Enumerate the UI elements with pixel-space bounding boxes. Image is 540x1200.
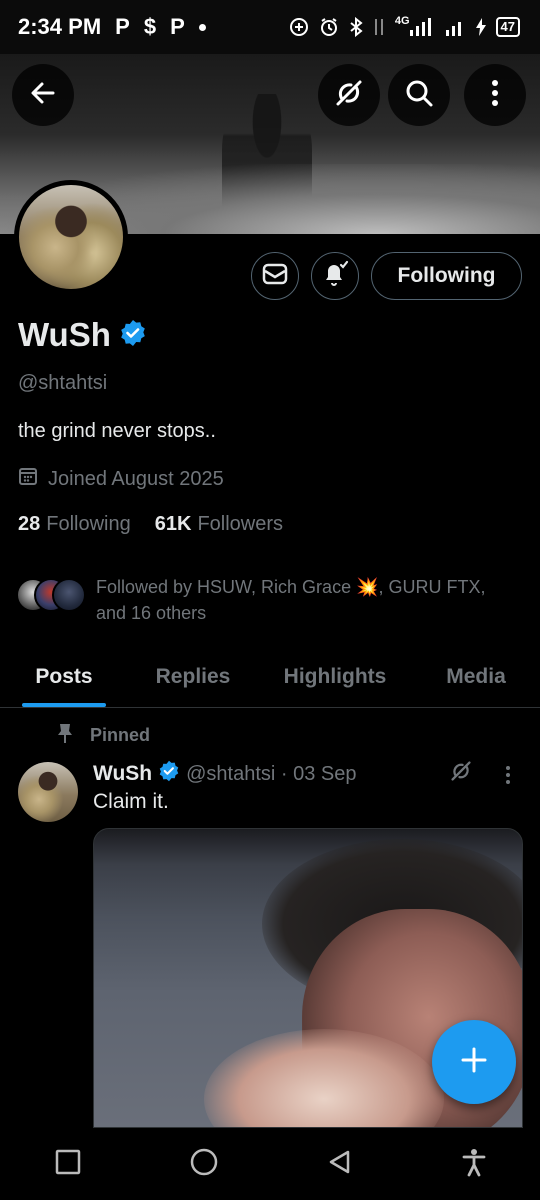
followed-by-text: Followed by HSUW, Rich Grace 💥, GURU FTX… [96,577,486,623]
post-grok-button[interactable] [448,758,474,789]
profile-bio: the grind never stops.. [18,420,216,442]
battery-level: 47 [495,17,520,37]
pinned-label: Pinned [90,725,151,745]
system-back-button[interactable] [326,1148,354,1181]
search-icon [403,77,435,114]
app-notification-p2-icon: P [170,14,185,39]
signal-icon: 4G [394,15,436,36]
followed-by-row[interactable]: Followed by HSUW, Rich Grace 💥, GURU FTX… [16,574,516,626]
post-more-button[interactable] [504,764,512,791]
back-arrow-icon [28,78,58,113]
alarm-icon [319,17,339,37]
data-saver-icon [289,17,309,37]
tab-replies[interactable]: Replies [128,646,258,707]
recents-button[interactable] [54,1148,82,1181]
plus-icon [459,1045,489,1080]
profile-avatar[interactable] [14,180,128,294]
envelope-icon [262,263,288,290]
tab-label: Media [446,664,506,688]
profile-tabs: Posts Replies Highlights Media [0,646,540,708]
tab-posts[interactable]: Posts [0,646,128,707]
follow-stats: 28 Following 61K Followers [18,513,283,536]
home-button[interactable] [189,1147,219,1182]
profile-handle: @shtahtsi [18,372,108,394]
accessibility-button[interactable] [461,1147,487,1182]
following-count: 28 [18,513,41,535]
compose-post-button[interactable] [432,1020,516,1104]
profile-name-row: WuSh [18,316,147,354]
calendar-icon [18,466,38,492]
grok-icon [448,761,474,788]
joined-date-row: Joined August 2025 [18,466,224,492]
tab-highlights[interactable]: Highlights [258,646,412,707]
following-button[interactable]: Following [371,252,522,300]
joined-date: Joined August 2025 [48,467,224,490]
more-vertical-icon [504,766,512,790]
followers-stat[interactable]: 61K Followers [155,513,283,536]
pin-icon [56,722,74,749]
tab-label: Highlights [283,664,387,688]
status-bar: 2:34 PM P $ P 4G 47 [0,0,540,54]
system-nav-bar [0,1128,540,1200]
grok-button[interactable] [318,64,380,126]
status-time: 2:34 PM [18,14,102,39]
followers-label: Followers [197,513,284,535]
network-type-label: 4G [394,15,410,27]
search-button[interactable] [388,64,450,126]
notifications-button[interactable] [311,252,359,300]
back-button[interactable] [12,64,74,126]
followed-by-avatars [16,574,86,614]
signal-2-icon [445,18,466,36]
post-author-name[interactable]: WuSh [93,762,152,786]
following-label: Following [46,513,131,535]
followers-count: 61K [154,513,192,535]
tab-label: Replies [155,664,231,688]
active-tab-indicator [22,703,106,707]
verified-badge-icon[interactable] [158,760,180,788]
tab-media[interactable]: Media [412,646,540,707]
charging-icon [475,18,486,36]
mini-avatar [52,578,86,612]
pinned-indicator: Pinned [56,722,150,749]
verified-badge-icon[interactable] [119,319,147,352]
tab-label: Posts [35,664,93,688]
post-handle-date: @shtahtsi · 03 Sep [186,762,357,785]
post-text: Claim it. [93,790,169,813]
app-notification-cash-icon: $ [143,14,157,39]
more-notifications-dot-icon [198,23,206,31]
following-stat[interactable]: 28 Following [18,513,131,536]
bell-check-icon [320,259,350,294]
bluetooth-icon [349,17,363,37]
profile-name: WuSh [18,316,111,353]
more-options-button[interactable] [464,64,526,126]
post-author-avatar[interactable] [18,762,78,822]
post-header: WuSh @shtahtsi · 03 Sep [93,760,357,788]
grok-icon [332,76,366,115]
message-button[interactable] [251,252,299,300]
data-transfer-icon [373,17,385,37]
more-vertical-icon [490,78,500,113]
app-notification-p-icon: P [115,14,130,39]
